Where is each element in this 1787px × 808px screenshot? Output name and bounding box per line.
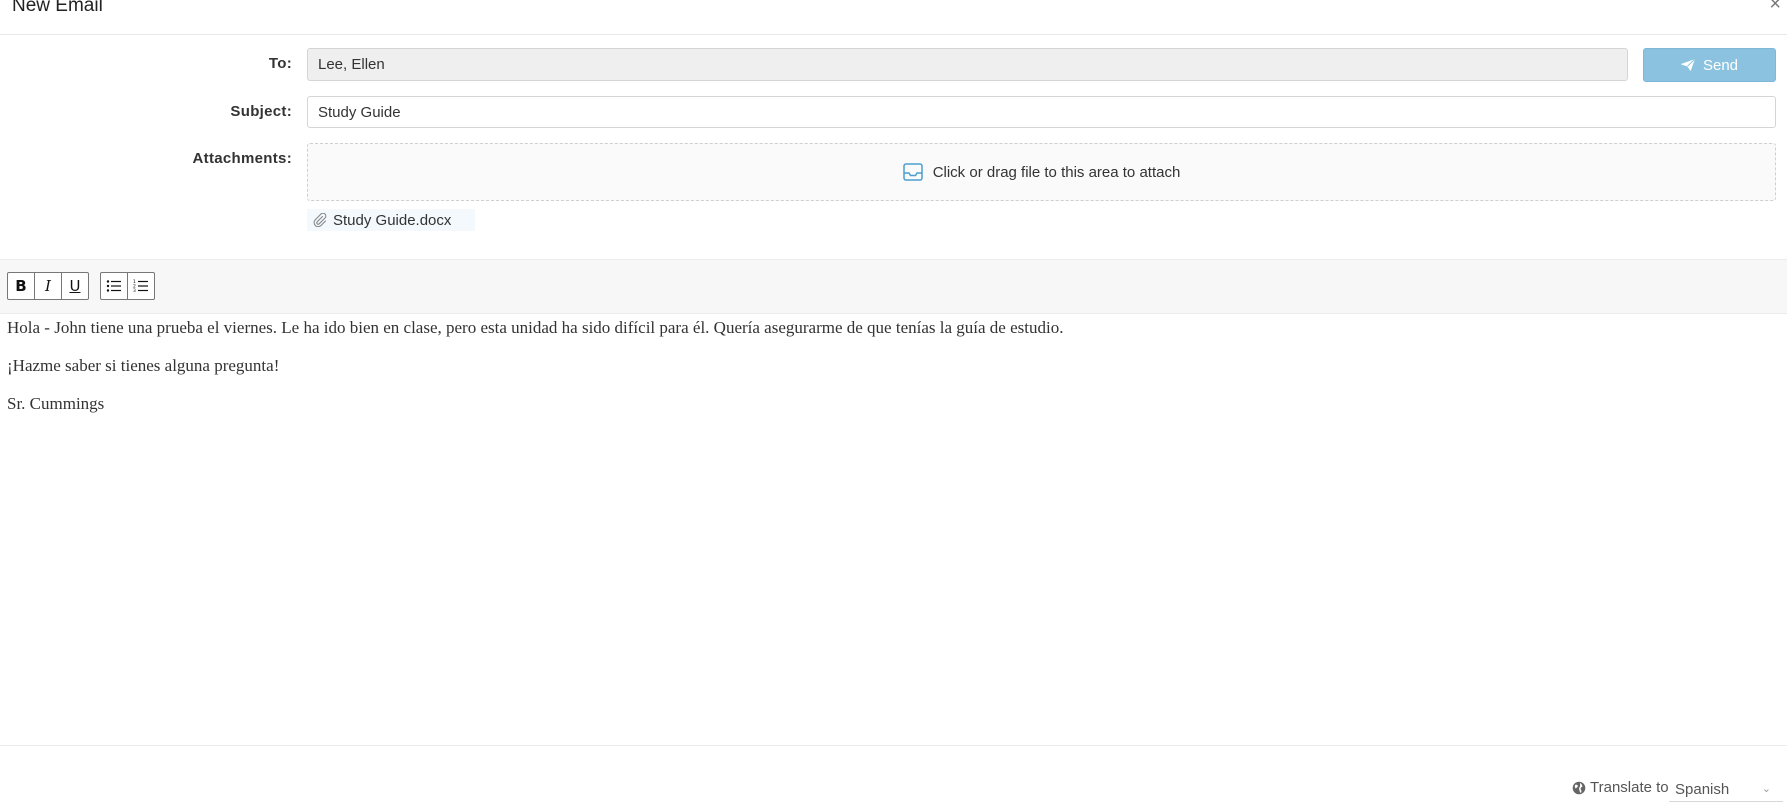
bullet-list-icon — [106, 280, 121, 292]
dialog-header: New Email × — [0, 0, 1787, 35]
paper-plane-icon — [1681, 59, 1695, 71]
underline-button[interactable]: U — [61, 272, 89, 300]
attachment-item[interactable]: Study Guide.docx — [307, 209, 475, 231]
attachments-label: Attachments: — [192, 150, 292, 167]
to-recipient: Lee, Ellen — [318, 56, 385, 73]
message-body[interactable]: Hola - John tiene una prueba el viernes.… — [7, 318, 1767, 432]
chevron-down-icon: ⌄ — [1761, 783, 1771, 795]
new-email-dialog: New Email × To: Lee, Ellen Send Subject:… — [0, 0, 1787, 808]
bullet-list-button[interactable] — [100, 272, 128, 300]
translate-control: Translate to — [1572, 779, 1669, 796]
message-signature: Sr. Cummings — [7, 394, 105, 413]
subject-value: Study Guide — [318, 103, 401, 121]
svg-text:3: 3 — [133, 288, 136, 293]
attachment-name: Study Guide.docx — [333, 211, 452, 229]
selected-language: Spanish — [1675, 781, 1730, 798]
bold-button[interactable]: B — [7, 272, 35, 300]
message-paragraph: ¡Hazme saber si tienes alguna pregunta! — [7, 356, 280, 375]
italic-button[interactable]: I — [34, 272, 62, 300]
send-button-label: Send — [1702, 56, 1739, 74]
subject-field[interactable]: Study Guide — [307, 96, 1776, 128]
to-label: To: — [268, 55, 292, 72]
message-paragraph: Hola - John tiene una prueba el viernes.… — [7, 318, 1064, 337]
subject-label: Subject: — [230, 103, 292, 120]
text-style-group: B I U — [7, 272, 89, 300]
footer-divider — [0, 745, 1787, 746]
dialog-title: New Email — [12, 0, 103, 16]
language-select[interactable]: Spanish ⌄ — [1669, 778, 1783, 802]
inbox-icon — [902, 163, 923, 181]
close-icon[interactable]: × — [1769, 0, 1781, 14]
formatting-toolbar: B I U 1 2 3 — [0, 259, 1787, 314]
attachment-dropzone[interactable]: Click or drag file to this area to attac… — [307, 143, 1776, 201]
numbered-list-button[interactable]: 1 2 3 — [127, 272, 155, 300]
numbered-list-icon: 1 2 3 — [133, 279, 148, 293]
paperclip-icon — [313, 213, 327, 227]
translate-label: Translate to — [1590, 779, 1669, 796]
send-button[interactable]: Send — [1643, 48, 1776, 82]
globe-icon — [1572, 781, 1586, 794]
list-group: 1 2 3 — [100, 272, 155, 300]
dropzone-text: Click or drag file to this area to attac… — [932, 163, 1181, 181]
to-field[interactable]: Lee, Ellen — [307, 48, 1628, 81]
